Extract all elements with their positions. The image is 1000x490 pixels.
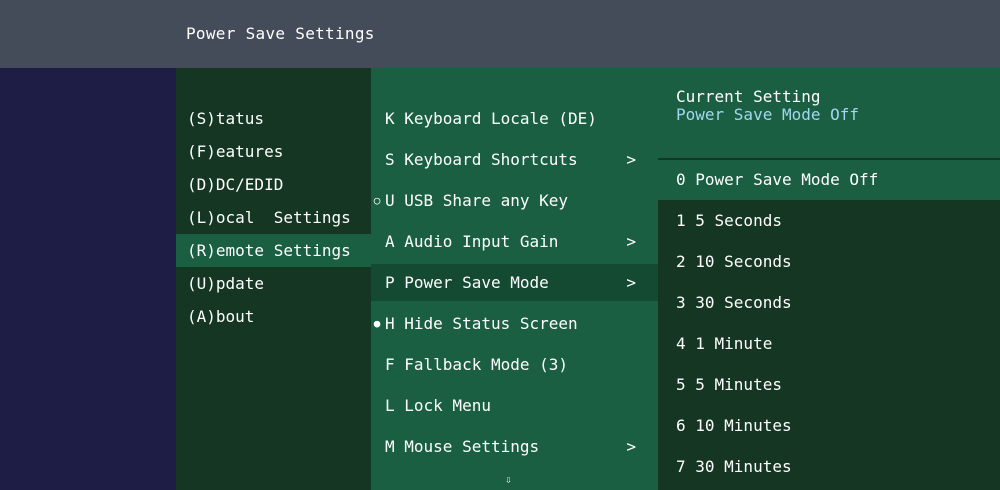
current-setting-label: Current Setting xyxy=(676,87,821,106)
power-save-option[interactable]: 1 5 Seconds xyxy=(658,201,1000,241)
submenu-item[interactable]: ○ U USB Share any Key xyxy=(371,182,658,219)
main-menu-item-label: (F)eatures xyxy=(187,142,284,161)
main-menu-item-label: (D)DC/EDID xyxy=(187,175,284,194)
submenu-item[interactable]: ● H Hide Status Screen xyxy=(371,305,658,342)
main-menu-item-label: (L)ocal Settings xyxy=(187,208,351,227)
power-save-option-label: 7 30 Minutes xyxy=(676,457,792,476)
main-menu-item-label: (R)emote Settings xyxy=(187,241,351,260)
current-setting-value: Power Save Mode Off xyxy=(676,105,860,124)
power-save-option[interactable]: 0 Power Save Mode Off xyxy=(658,160,1000,200)
submenu-item-label: A Audio Input Gain xyxy=(385,232,559,251)
chevron-right-icon: > xyxy=(626,232,636,251)
power-save-option-label: 3 30 Seconds xyxy=(676,293,792,312)
left-panel xyxy=(0,68,176,490)
submenu-item-label: M Mouse Settings xyxy=(385,437,540,456)
power-save-option[interactable]: 2 10 Seconds xyxy=(658,242,1000,282)
main-menu-item[interactable]: (D)DC/EDID xyxy=(176,168,371,201)
submenu-item-label: H Hide Status Screen xyxy=(385,314,578,333)
main-menu-item[interactable]: (S)tatus xyxy=(176,102,371,135)
power-save-option-label: 1 5 Seconds xyxy=(676,211,782,230)
submenu-item[interactable]: S Keyboard Shortcuts > xyxy=(371,141,658,178)
page-title: Power Save Settings xyxy=(186,24,375,43)
main-menu-item-label: (S)tatus xyxy=(187,109,265,128)
submenu-item[interactable]: P Power Save Mode > xyxy=(371,264,658,301)
main-menu-item[interactable]: (L)ocal Settings xyxy=(176,201,371,234)
power-save-option-label: 2 10 Seconds xyxy=(676,252,792,271)
submenu-item-label: U USB Share any Key xyxy=(385,191,569,210)
main-menu-item[interactable]: (R)emote Settings xyxy=(176,234,371,267)
main-menu-item-label: (U)pdate xyxy=(187,274,265,293)
power-save-option[interactable]: 4 1 Minute xyxy=(658,324,1000,364)
power-save-option[interactable]: 6 10 Minutes xyxy=(658,406,1000,446)
chevron-right-icon: > xyxy=(626,150,636,169)
main-menu-item[interactable]: (F)eatures xyxy=(176,135,371,168)
power-save-option-label: 0 Power Save Mode Off xyxy=(676,170,879,189)
submenu-item-label: S Keyboard Shortcuts xyxy=(385,150,578,169)
submenu-item-label: P Power Save Mode xyxy=(385,273,549,292)
submenu-item-label: K Keyboard Locale (DE) xyxy=(385,109,597,128)
title-bar: Power Save Settings xyxy=(0,0,1000,68)
power-save-option-label: 6 10 Minutes xyxy=(676,416,792,435)
enabled-dot-icon: ● xyxy=(373,317,381,330)
power-save-option-label: 4 1 Minute xyxy=(676,334,773,353)
submenu-item[interactable]: M Mouse Settings > xyxy=(371,428,658,465)
submenu-item-label: F Fallback Mode (3) xyxy=(385,355,569,374)
submenu-item[interactable]: L Lock Menu xyxy=(371,387,658,424)
main-menu-item[interactable]: (U)pdate xyxy=(176,267,371,300)
chevron-right-icon: > xyxy=(626,273,636,292)
submenu-item-label: L Lock Menu xyxy=(385,396,491,415)
main-menu-item[interactable]: (A)bout xyxy=(176,300,371,333)
submenu-item[interactable]: F Fallback Mode (3) xyxy=(371,346,658,383)
osd-screen: Power Save Settings Current Setting Powe… xyxy=(0,0,1000,490)
chevron-right-icon: > xyxy=(626,437,636,456)
power-save-option[interactable]: 5 5 Minutes xyxy=(658,365,1000,405)
power-save-option[interactable]: 7 30 Minutes xyxy=(658,447,1000,487)
main-menu-item-label: (A)bout xyxy=(187,307,255,326)
submenu-item[interactable]: A Audio Input Gain > xyxy=(371,223,658,260)
power-save-option[interactable]: 3 30 Seconds xyxy=(658,283,1000,323)
scroll-down-icon[interactable]: ⇩ xyxy=(505,474,512,486)
disabled-circle-icon: ○ xyxy=(373,194,381,207)
power-save-option-label: 5 5 Minutes xyxy=(676,375,782,394)
submenu-item[interactable]: K Keyboard Locale (DE) xyxy=(371,100,658,137)
